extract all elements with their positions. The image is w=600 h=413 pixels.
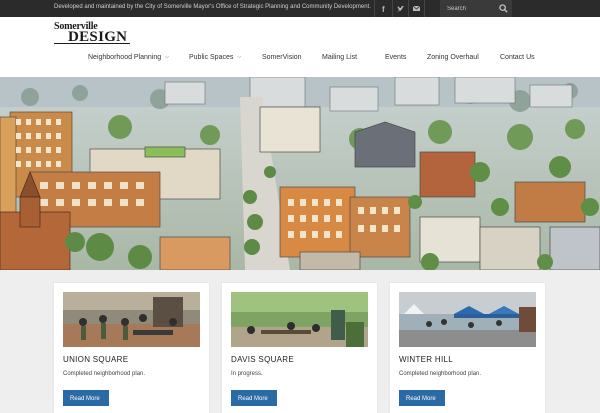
nav-label: Mailing List <box>322 54 358 61</box>
nav-label: SomerVision <box>262 54 302 61</box>
logo-underline <box>54 43 130 44</box>
search-icon[interactable] <box>499 4 508 13</box>
nav-contact-us[interactable]: Contact Us <box>500 54 535 61</box>
read-more-button[interactable]: Read More <box>63 390 109 406</box>
nav-neighborhood-planning[interactable]: Neighborhood Planning ⌵ <box>88 54 169 61</box>
davis-square-photo[interactable] <box>231 292 368 347</box>
union-square-photo[interactable] <box>63 292 200 347</box>
search-box <box>440 0 512 17</box>
card-title: WINTER HILL <box>399 355 453 364</box>
read-more-button[interactable]: Read More <box>231 390 277 406</box>
divider <box>424 0 425 17</box>
nav-label: Public Spaces <box>189 54 234 61</box>
card-davis-square: DAVIS SQUARE In progress. Read More <box>222 283 377 413</box>
site-tagline: Developed and maintained by the City of … <box>54 4 371 10</box>
nav-label: Zoning Overhaul <box>427 54 479 61</box>
chevron-down-icon: ⌵ <box>165 54 169 60</box>
divider <box>374 0 375 17</box>
nav-public-spaces[interactable]: Public Spaces ⌵ <box>189 54 241 61</box>
site-header: Somerville DESIGN Neighborhood Planning ⌵… <box>0 17 600 77</box>
neighborhood-cards-section: UNION SQUARE Completed neighborhood plan… <box>0 270 600 413</box>
facebook-icon[interactable]: f <box>376 0 392 17</box>
read-more-button[interactable]: Read More <box>399 390 445 406</box>
nav-label: Neighborhood Planning <box>88 54 162 61</box>
card-description: Completed neighborhood plan. <box>399 371 482 377</box>
nav-label: Events <box>385 54 407 61</box>
svg-text:f: f <box>382 5 385 13</box>
search-input[interactable] <box>440 0 496 17</box>
email-icon[interactable] <box>408 0 424 17</box>
card-union-square: UNION SQUARE Completed neighborhood plan… <box>54 283 209 413</box>
site-logo[interactable]: Somerville DESIGN <box>54 21 134 47</box>
top-bar: Developed and maintained by the City of … <box>0 0 600 17</box>
card-title: DAVIS SQUARE <box>231 355 295 364</box>
card-description: Completed neighborhood plan. <box>63 371 146 377</box>
nav-mailing-list[interactable]: Mailing List <box>322 54 357 61</box>
hero-city-illustration <box>0 77 600 270</box>
card-winter-hill: WINTER HILL Completed neighborhood plan.… <box>390 283 545 413</box>
chevron-down-icon: ⌵ <box>237 54 242 60</box>
card-description: In progress. <box>231 371 263 377</box>
nav-label: Contact Us <box>500 54 535 61</box>
winter-hill-photo[interactable] <box>399 292 536 347</box>
nav-somervision[interactable]: SomerVision <box>262 54 302 61</box>
card-title: UNION SQUARE <box>63 355 129 364</box>
nav-zoning-overhaul[interactable]: Zoning Overhaul <box>427 54 479 61</box>
twitter-icon[interactable] <box>392 0 408 17</box>
nav-events[interactable]: Events <box>385 54 406 61</box>
